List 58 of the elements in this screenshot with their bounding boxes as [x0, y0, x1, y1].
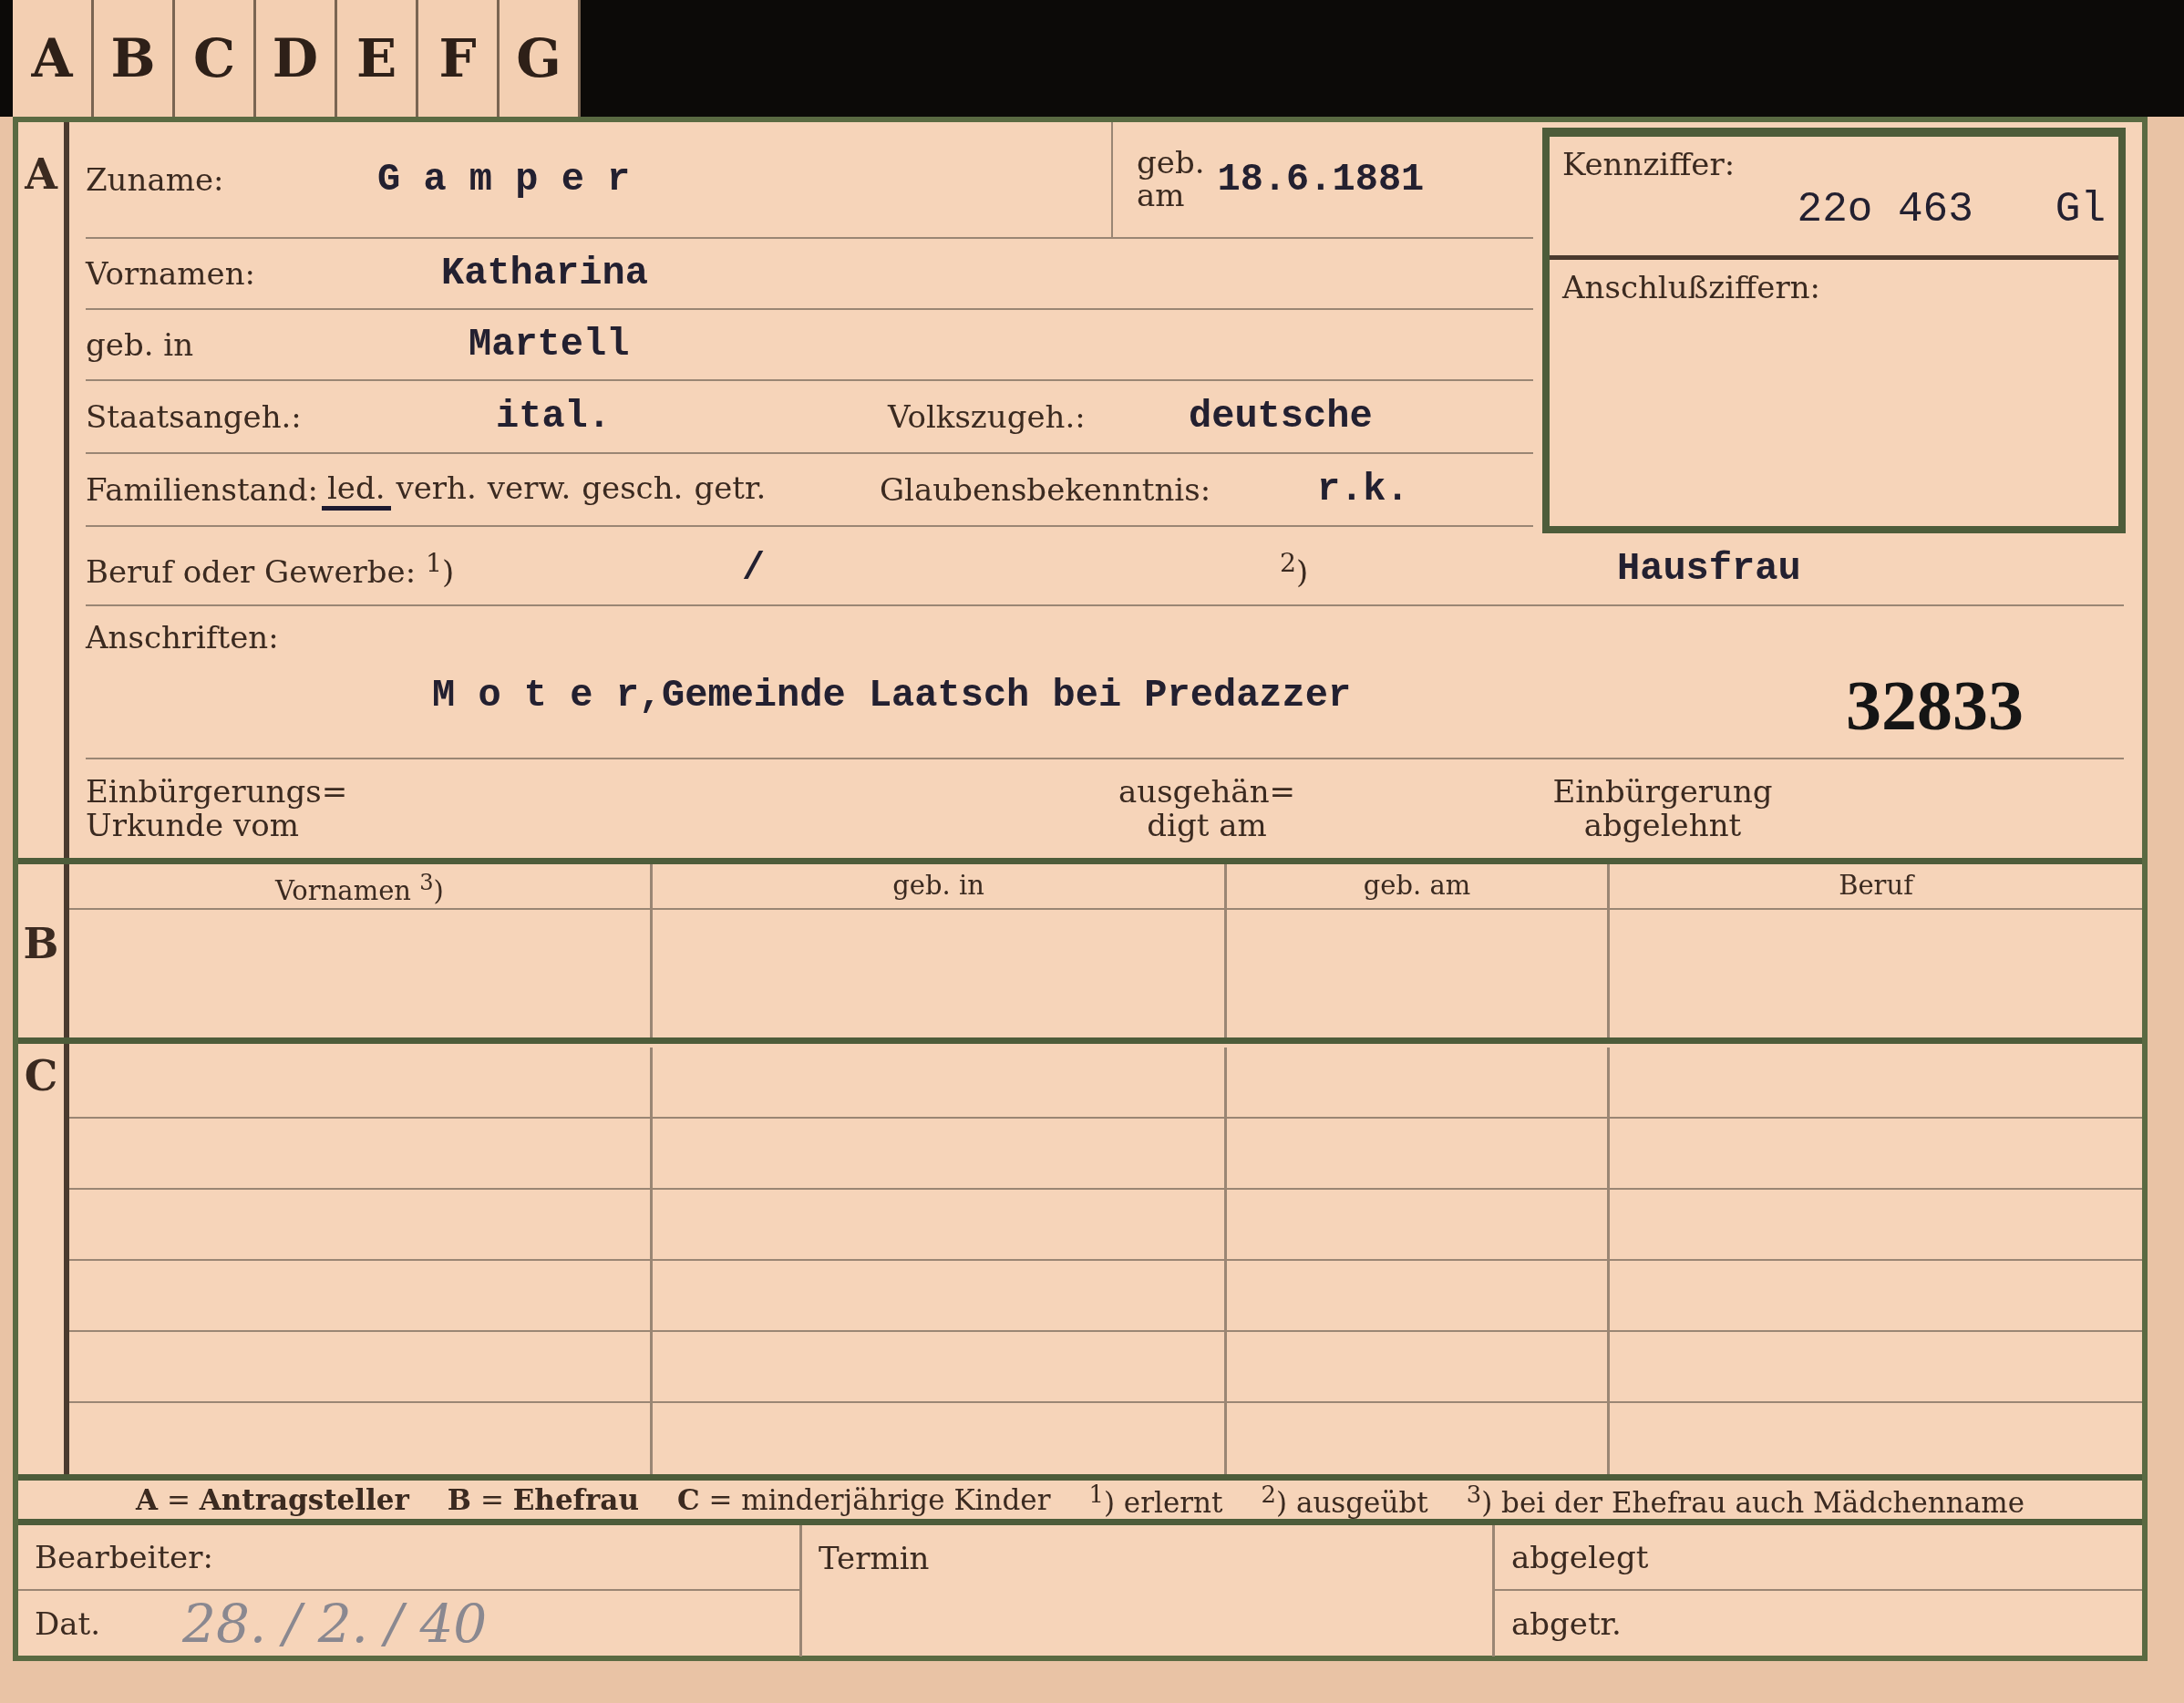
- field-label: am: [1137, 180, 1185, 212]
- marital-option: gesch.: [576, 469, 689, 511]
- marital-option: verw.: [481, 469, 577, 511]
- column-header: geb. in: [653, 864, 1227, 910]
- legend-entry: C = minderjährige Kinder: [676, 1483, 1051, 1517]
- typed-value: Gl: [2055, 186, 2106, 233]
- legend-entry: A = Antragsteller: [136, 1483, 409, 1517]
- index-tab[interactable]: D: [256, 0, 337, 117]
- typed-value: Katharina: [441, 252, 648, 295]
- column-header: Beruf: [1610, 864, 2142, 910]
- field-label: Zuname:: [86, 161, 224, 198]
- legend-entry: $^{1}$) erlernt: [1088, 1481, 1223, 1520]
- legend-entry: $^{3}$) bei der Ehefrau auch Mädchenname: [1466, 1481, 2024, 1520]
- typed-value: 18.6.1881: [1217, 158, 1425, 201]
- field-label: abgelegt: [1511, 1539, 1649, 1576]
- typed-value: r.k.: [1316, 468, 1409, 511]
- typed-value: 22o 463: [1797, 186, 1973, 233]
- form-label: Einbürgerung abgelehnt: [1551, 774, 1774, 843]
- field-label: Vornamen:: [86, 255, 256, 292]
- file-number: 32833: [1846, 665, 2024, 747]
- index-tab[interactable]: C: [175, 0, 256, 117]
- field-label: Volkszugeh.:: [888, 398, 1086, 435]
- field-label: Familienstand:: [86, 471, 318, 508]
- index-tab[interactable]: E: [337, 0, 418, 117]
- legend-entry: $^{2}$) ausgeübt: [1261, 1481, 1428, 1520]
- form-label: Einbürgerungs= Urkunde vom: [86, 774, 349, 843]
- field-label: Termin: [819, 1540, 930, 1577]
- form-label: ausgehän= digt am: [1117, 774, 1297, 843]
- typed-value: Martell: [469, 323, 630, 366]
- column-header: geb. am: [1227, 864, 1610, 910]
- field-label: Dat.: [35, 1605, 100, 1643]
- handwritten-date: 28. / 2. / 40: [182, 1593, 488, 1656]
- typed-value: ital.: [496, 395, 612, 439]
- field-label: geb. in: [86, 326, 194, 363]
- typed-value: G a m p e r: [377, 158, 631, 201]
- index-tab[interactable]: F: [418, 0, 500, 117]
- marital-option: getr.: [688, 469, 772, 511]
- field-label: $^{2}$): [1280, 553, 1309, 591]
- field-label: Anschlußziffern:: [1562, 269, 1820, 305]
- column-header: Vornamen $^{3}$): [69, 864, 653, 910]
- typed-value: deutsche: [1189, 395, 1373, 439]
- typed-value: /: [742, 547, 766, 591]
- field-label: geb.: [1137, 147, 1205, 180]
- typed-value: Hausfrau: [1617, 547, 1801, 591]
- field-label: Anschriften:: [86, 619, 279, 655]
- field-label: Beruf oder Gewerbe: $^{1}$): [86, 553, 455, 591]
- field-label: Glaubensbekenntnis:: [879, 471, 1211, 508]
- marital-option: verh.: [390, 469, 482, 511]
- index-tab[interactable]: G: [500, 0, 581, 117]
- index-tab[interactable]: B: [94, 0, 175, 117]
- field-label: abgetr.: [1511, 1605, 1622, 1643]
- typed-value: M o t e r,Gemeinde Laatsch bei Predazzer: [432, 674, 1352, 717]
- field-label: Staatsangeh.:: [86, 398, 302, 435]
- field-label: Bearbeiter:: [35, 1539, 213, 1576]
- field-label: Kennziffer:: [1562, 146, 1736, 182]
- marital-option: led.: [321, 469, 391, 511]
- legend-entry: B = Ehefrau: [447, 1483, 639, 1517]
- index-tab[interactable]: A: [13, 0, 94, 117]
